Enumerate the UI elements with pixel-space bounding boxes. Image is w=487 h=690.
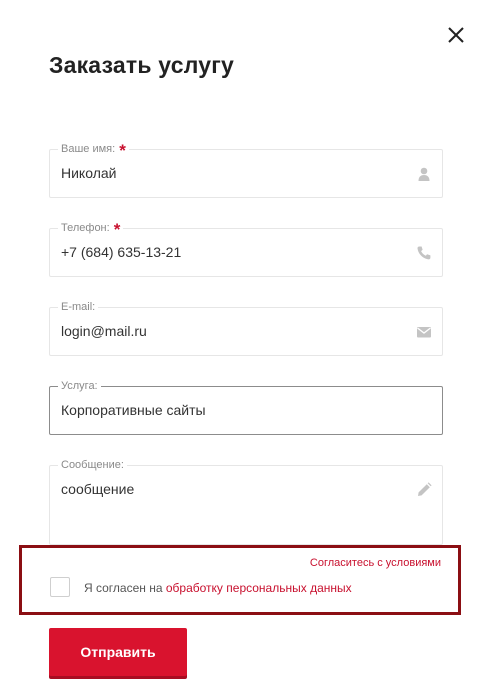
required-mark: *	[113, 220, 121, 239]
close-button[interactable]	[445, 24, 467, 46]
name-field: Ваше имя: *	[49, 142, 443, 198]
envelope-icon	[416, 324, 432, 340]
phone-field-label: Телефон: *	[58, 221, 124, 238]
email-input[interactable]	[61, 323, 391, 339]
required-mark: *	[119, 141, 126, 160]
submit-button[interactable]: Отправить	[49, 628, 187, 676]
service-field-label: Услуга:	[58, 379, 101, 393]
consent-text: Я согласен на обработку персональных дан…	[84, 581, 352, 595]
service-input[interactable]	[61, 402, 391, 418]
user-icon	[416, 166, 432, 182]
close-icon	[448, 27, 464, 43]
personal-data-link[interactable]: обработку персональных данных	[166, 581, 352, 595]
phone-input[interactable]	[61, 244, 391, 260]
phone-field: Телефон: *	[49, 221, 443, 277]
name-field-label: Ваше имя: *	[58, 142, 129, 159]
email-field: E-mail:	[49, 300, 443, 356]
consent-hint: Согласитесь с условиями	[309, 557, 441, 569]
dialog-title: Заказать услугу	[49, 52, 234, 78]
consent-checkbox[interactable]	[50, 577, 70, 597]
email-field-label: E-mail:	[58, 300, 99, 314]
service-field: Услуга:	[49, 379, 443, 435]
message-field-label: Сообщение:	[58, 458, 127, 472]
consent-text-prefix: Я согласен на	[84, 581, 166, 595]
name-input[interactable]	[61, 165, 391, 181]
phone-icon	[416, 245, 432, 261]
pencil-icon	[416, 482, 432, 498]
consent-highlight-box: Согласитесь с условиями Я согласен на об…	[19, 545, 461, 615]
message-textarea[interactable]: сообщение	[61, 480, 391, 530]
message-field: Сообщение: сообщение	[49, 458, 443, 545]
